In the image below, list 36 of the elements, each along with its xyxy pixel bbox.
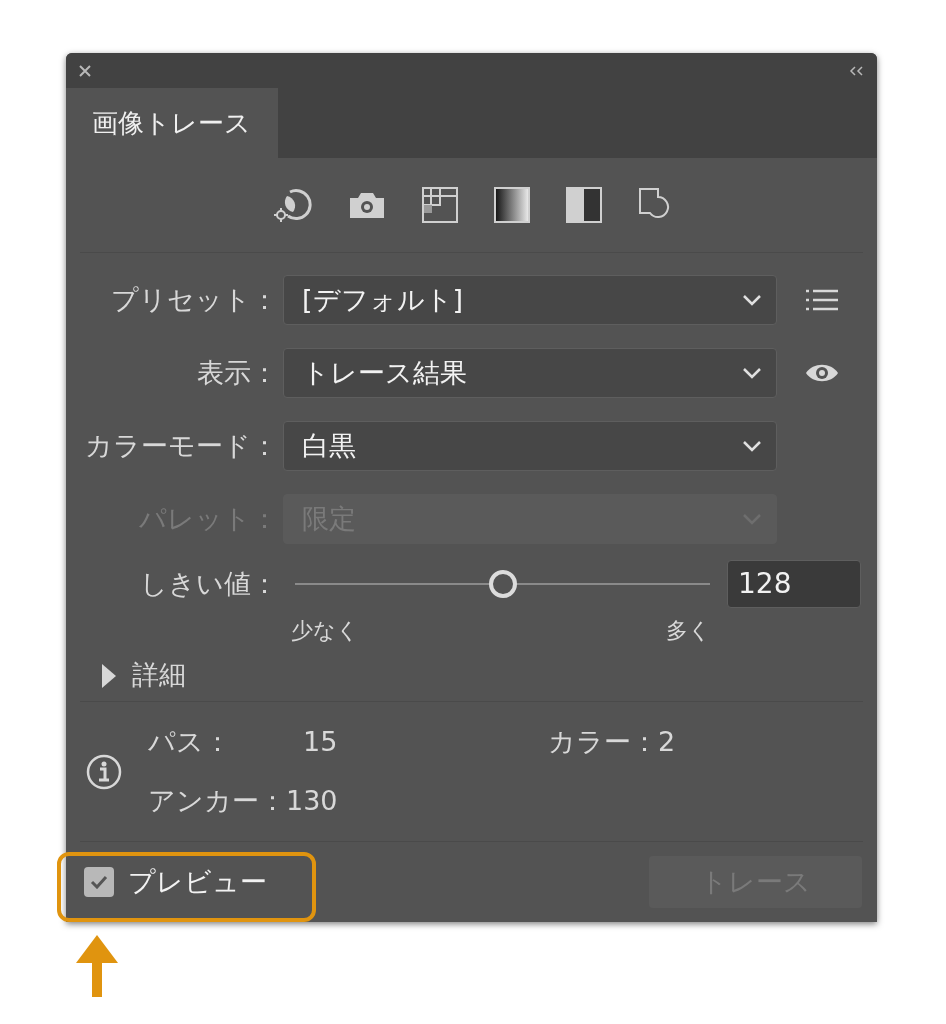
chevron-down-icon [742, 367, 762, 379]
min-label: 少なく [291, 616, 359, 645]
stat-value: 15 [303, 725, 338, 759]
panel-tab[interactable]: 画像トレース [66, 88, 278, 158]
gradient-icon[interactable] [493, 187, 530, 223]
checkmark-icon [90, 875, 108, 889]
disclosure-triangle-icon[interactable] [102, 663, 116, 688]
checkbox-label[interactable]: プレビュー [128, 861, 267, 903]
slider-label: しきい値： [139, 566, 279, 601]
grid-icon[interactable] [421, 187, 458, 223]
close-icon[interactable] [78, 63, 92, 78]
field-label: プリセット： [110, 282, 279, 317]
collapse-icon[interactable] [849, 65, 865, 76]
stat-label: アンカー： [148, 783, 286, 818]
value-field[interactable]: 128 [727, 560, 861, 608]
stat-value: 130 [286, 783, 338, 818]
info-icon [86, 753, 122, 790]
camera-icon[interactable] [347, 190, 386, 220]
stat-label: パス： [148, 725, 232, 759]
slider-thumb[interactable] [488, 570, 517, 598]
field-label: カラーモード： [84, 428, 279, 463]
chevron-down-icon [742, 440, 762, 452]
stat-value: 2 [658, 725, 676, 759]
dropdown[interactable]: トレース結果 [283, 348, 777, 398]
stat-label: カラー： [548, 725, 658, 759]
half-square-icon[interactable] [565, 187, 602, 223]
dropdown[interactable]: 白黒 [283, 421, 777, 471]
arrow-icon [76, 935, 118, 997]
field-label: 表示： [196, 355, 279, 390]
chevron-down-icon [742, 294, 762, 306]
dropdown[interactable]: [デフォルト] [283, 275, 777, 325]
section-label[interactable]: 詳細 [132, 655, 186, 696]
max-label: 多く [666, 616, 711, 645]
list-menu-icon[interactable] [806, 289, 838, 311]
checkbox[interactable] [84, 867, 114, 897]
eye-icon[interactable] [805, 362, 839, 384]
